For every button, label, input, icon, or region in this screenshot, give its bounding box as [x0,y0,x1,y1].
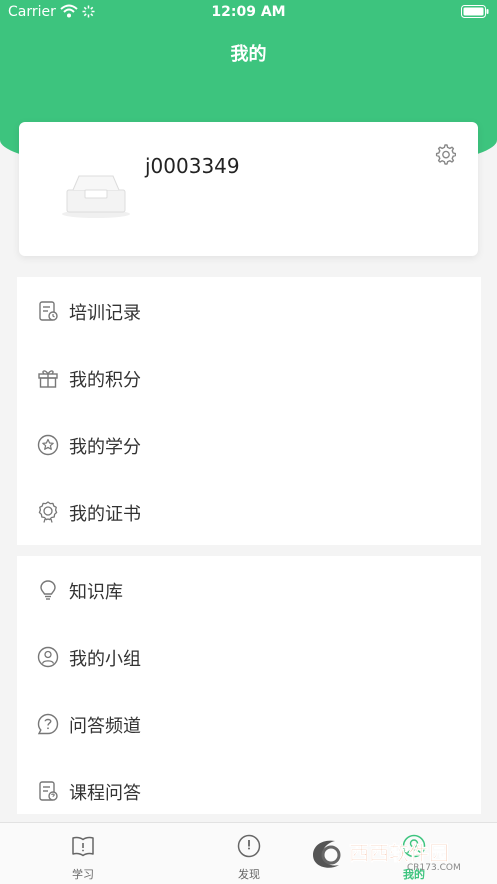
course-qa-icon [39,781,58,801]
menu-item-label: 课程问答 [69,783,141,804]
question-icon [37,713,59,735]
menu-item-my-points[interactable]: 我的积分 [17,344,481,411]
menu-item-my-certificates[interactable]: 我的证书 [17,478,481,545]
tab-label: 学习 [72,868,94,881]
menu-item-label: 培训记录 [69,303,141,324]
menu-item-label: 我的学分 [69,437,141,458]
watermark-subtext: CR173.COM [407,863,461,873]
menu-item-course-qa[interactable]: 课程问答 [17,757,481,824]
menu-item-qa-channel[interactable]: 问答频道 [17,690,481,757]
lightbulb-icon [40,580,56,600]
profile-card[interactable]: j0003349 [19,122,478,256]
tab-discover[interactable]: 发现 [166,823,332,884]
compass-icon [237,834,261,858]
menu-item-knowledge-base[interactable]: 知识库 [17,556,481,623]
username: j0003349 [145,154,240,178]
training-record-icon [39,301,58,321]
group-icon [37,646,59,668]
status-bar: Carrier 12:09 AM [0,0,497,26]
status-time: 12:09 AM [211,4,286,20]
tab-label: 发现 [238,868,260,881]
menu-group-records: 培训记录 我的积分 我的学分 我的证书 [17,277,481,545]
menu-item-label: 我的证书 [69,504,141,525]
star-circle-icon [37,434,59,456]
avatar[interactable] [59,170,133,220]
battery-icon [461,5,489,18]
menu-item-label: 我的积分 [69,370,141,391]
page-title: 我的 [230,44,267,65]
menu-item-my-groups[interactable]: 我的小组 [17,623,481,690]
watermark-logo: 西西软件园 CR173.COM [313,840,461,873]
menu-group-knowledge: 知识库 我的小组 问答频道 课程问答 [17,556,481,814]
menu-item-label: 我的小组 [69,649,141,670]
menu-item-label: 问答频道 [69,716,141,737]
tab-study[interactable]: 学习 [0,823,166,884]
book-icon [72,836,94,857]
gift-icon [38,370,58,388]
menu-item-label: 知识库 [69,582,123,603]
gear-icon[interactable] [434,143,456,165]
certificate-icon [38,501,58,523]
menu-item-training-records[interactable]: 培训记录 [17,277,481,344]
watermark-text: 西西软件园 [349,841,449,865]
menu-item-my-credits[interactable]: 我的学分 [17,411,481,478]
